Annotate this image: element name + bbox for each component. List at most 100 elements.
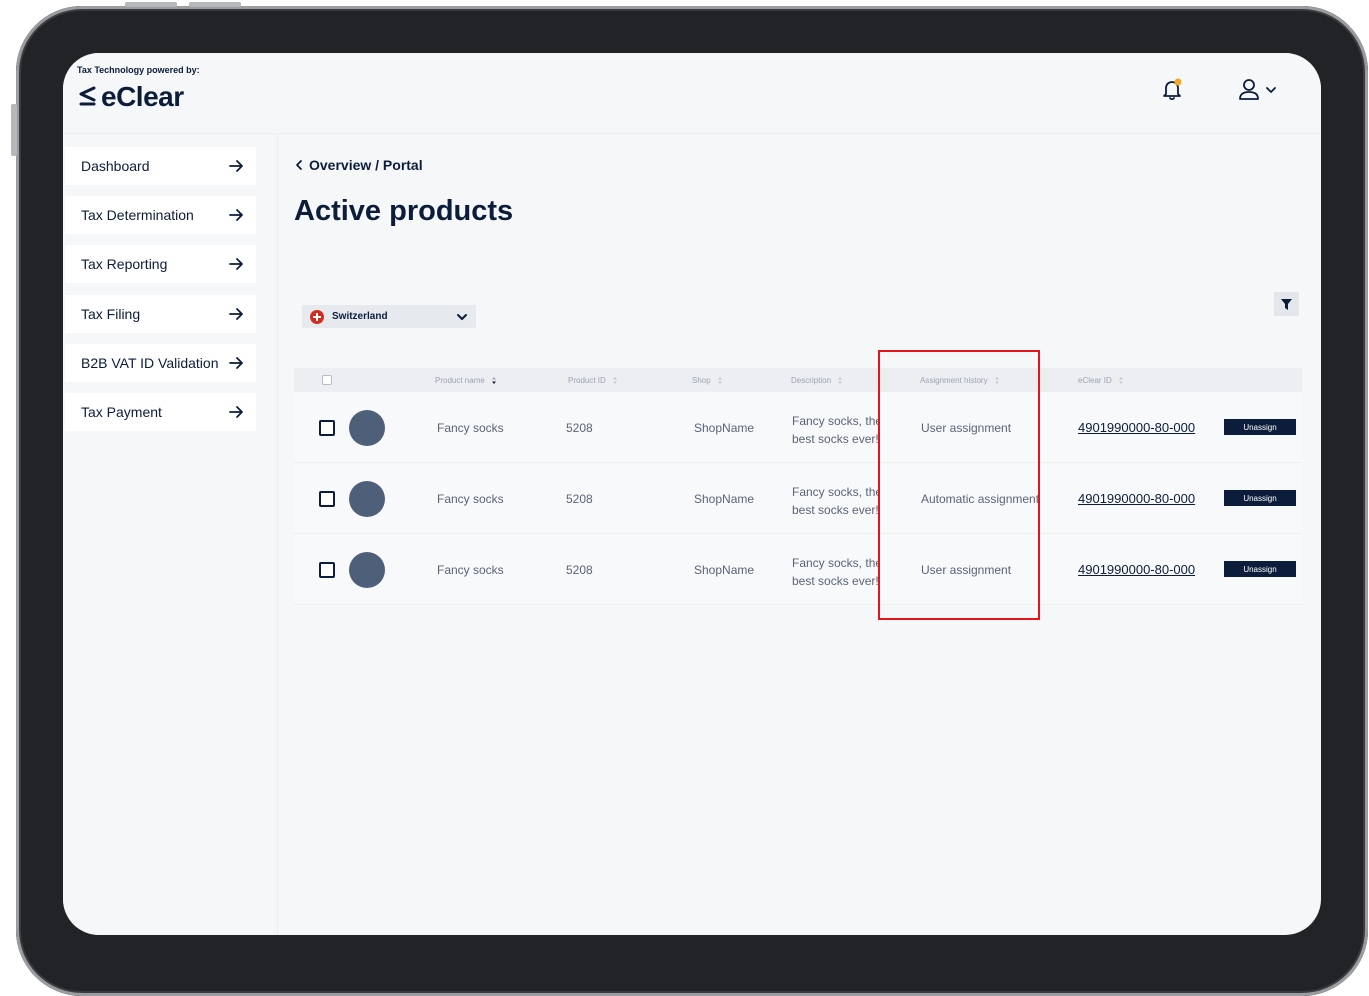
tablet-top-button bbox=[189, 2, 241, 7]
sidebar-item-label: B2B VAT ID Validation bbox=[81, 355, 219, 371]
shop-name: ShopName bbox=[694, 492, 755, 506]
row-checkbox[interactable] bbox=[319, 491, 335, 507]
product-image bbox=[349, 552, 385, 588]
notifications-button[interactable] bbox=[1159, 77, 1185, 103]
column-header-eclear-id[interactable]: eClear ID bbox=[1078, 376, 1124, 385]
arrow-right-icon bbox=[229, 406, 243, 418]
row-checkbox[interactable] bbox=[319, 420, 335, 436]
description-line: Fancy socks, the bbox=[792, 414, 880, 428]
eclear-id-link[interactable]: 4901990000-80-000 bbox=[1078, 491, 1195, 506]
sort-icon bbox=[838, 377, 843, 384]
products-table: Product name Product ID Shop Description… bbox=[294, 368, 1302, 605]
table-row: Fancy socks 5208 ShopName Fancy socks, t… bbox=[294, 392, 1302, 463]
select-all-checkbox[interactable] bbox=[322, 375, 332, 385]
sidebar: Dashboard Tax Determination Tax Reportin… bbox=[63, 135, 278, 935]
sidebar-item-dashboard[interactable]: Dashboard bbox=[65, 147, 256, 185]
sidebar-item-tax-reporting[interactable]: Tax Reporting bbox=[65, 245, 256, 283]
description-line: best socks ever! bbox=[792, 432, 879, 446]
column-header-product-id[interactable]: Product ID bbox=[568, 376, 618, 385]
tablet-top-button bbox=[125, 2, 177, 7]
description-line: best socks ever! bbox=[792, 574, 879, 588]
page-title: Active products bbox=[294, 195, 514, 227]
sidebar-item-tax-payment[interactable]: Tax Payment bbox=[65, 393, 256, 431]
column-header-label: eClear ID bbox=[1078, 376, 1112, 385]
user-icon bbox=[1239, 79, 1259, 100]
sidebar-item-label: Tax Reporting bbox=[81, 256, 168, 272]
product-description: Fancy socks, the best socks ever! bbox=[792, 412, 880, 448]
breadcrumb-text: Overview / Portal bbox=[309, 157, 423, 173]
eclear-logo[interactable]: eClear bbox=[77, 81, 184, 113]
table-header: Product name Product ID Shop Description… bbox=[294, 368, 1302, 392]
user-menu-button[interactable] bbox=[1237, 77, 1283, 103]
product-id: 5208 bbox=[566, 563, 593, 577]
chevron-down-icon bbox=[1266, 87, 1276, 93]
shop-name: ShopName bbox=[694, 563, 755, 577]
eclear-logo-icon bbox=[79, 86, 96, 106]
column-header-assignment-history[interactable]: Assignment history bbox=[920, 376, 1000, 385]
chevron-down-icon bbox=[457, 313, 467, 320]
sidebar-item-tax-determination[interactable]: Tax Determination bbox=[65, 196, 256, 234]
column-header-label: Product name bbox=[435, 376, 485, 385]
arrow-right-icon bbox=[229, 209, 243, 221]
product-id: 5208 bbox=[566, 492, 593, 506]
assignment-history: User assignment bbox=[921, 421, 1012, 435]
sidebar-item-label: Dashboard bbox=[81, 158, 150, 174]
column-header-label: Product ID bbox=[568, 376, 606, 385]
app-screen: Tax Technology powered by: eClear Dashbo… bbox=[63, 53, 1321, 935]
assignment-history: Automatic assignment bbox=[921, 492, 1040, 506]
swiss-flag-icon bbox=[310, 309, 324, 324]
description-line: Fancy socks, the bbox=[792, 556, 880, 570]
powered-by-label: Tax Technology powered by: bbox=[77, 65, 200, 75]
arrow-right-icon bbox=[229, 160, 243, 172]
country-select[interactable]: Switzerland bbox=[302, 305, 476, 328]
product-image bbox=[349, 481, 385, 517]
filter-icon bbox=[1281, 298, 1292, 310]
country-select-value: Switzerland bbox=[332, 311, 388, 322]
column-header-description[interactable]: Description bbox=[791, 376, 843, 385]
unassign-button[interactable]: Unassign bbox=[1224, 561, 1296, 577]
sidebar-item-b2b-vat-id-validation[interactable]: B2B VAT ID Validation bbox=[65, 344, 256, 382]
product-id: 5208 bbox=[566, 421, 593, 435]
arrow-right-icon bbox=[229, 357, 243, 369]
product-name: Fancy socks bbox=[437, 492, 504, 506]
app-header: Tax Technology powered by: eClear bbox=[63, 53, 1321, 134]
product-name: Fancy socks bbox=[437, 421, 504, 435]
column-header-product-name[interactable]: Product name bbox=[435, 376, 497, 385]
unassign-button[interactable]: Unassign bbox=[1224, 419, 1296, 435]
column-header-label: Assignment history bbox=[920, 376, 988, 385]
breadcrumb[interactable]: Overview / Portal bbox=[294, 157, 423, 173]
assignment-history: User assignment bbox=[921, 563, 1012, 577]
sort-icon bbox=[1118, 377, 1123, 384]
sort-icon bbox=[717, 377, 722, 384]
logo-text: eClear bbox=[101, 81, 184, 112]
sidebar-item-tax-filing[interactable]: Tax Filing bbox=[65, 295, 256, 333]
tablet-side-button bbox=[11, 104, 17, 156]
eclear-id-link[interactable]: 4901990000-80-000 bbox=[1078, 562, 1195, 577]
row-checkbox[interactable] bbox=[319, 562, 335, 578]
column-header-label: Description bbox=[791, 376, 832, 385]
product-description: Fancy socks, the best socks ever! bbox=[792, 483, 880, 519]
main-content: Overview / Portal Active products Switze… bbox=[278, 135, 1321, 935]
sidebar-item-label: Tax Payment bbox=[81, 404, 162, 420]
product-image bbox=[349, 410, 385, 446]
sort-icon bbox=[612, 377, 617, 384]
arrow-right-icon bbox=[229, 308, 243, 320]
unassign-button[interactable]: Unassign bbox=[1224, 490, 1296, 506]
product-description: Fancy socks, the best socks ever! bbox=[792, 554, 880, 590]
bell-icon bbox=[1163, 78, 1182, 101]
shop-name: ShopName bbox=[694, 421, 755, 435]
column-header-label: Shop bbox=[692, 376, 711, 385]
column-header-shop[interactable]: Shop bbox=[692, 376, 723, 385]
sidebar-item-label: Tax Filing bbox=[81, 306, 141, 322]
sort-icon bbox=[491, 377, 496, 384]
description-line: best socks ever! bbox=[792, 503, 879, 517]
product-name: Fancy socks bbox=[437, 563, 504, 577]
table-row: Fancy socks 5208 ShopName Fancy socks, t… bbox=[294, 534, 1302, 605]
filter-button[interactable] bbox=[1274, 292, 1299, 316]
description-line: Fancy socks, the bbox=[792, 485, 880, 499]
sidebar-item-label: Tax Determination bbox=[81, 207, 194, 223]
eclear-id-link[interactable]: 4901990000-80-000 bbox=[1078, 420, 1195, 435]
arrow-right-icon bbox=[229, 258, 243, 270]
sort-icon bbox=[994, 377, 999, 384]
table-row: Fancy socks 5208 ShopName Fancy socks, t… bbox=[294, 463, 1302, 534]
